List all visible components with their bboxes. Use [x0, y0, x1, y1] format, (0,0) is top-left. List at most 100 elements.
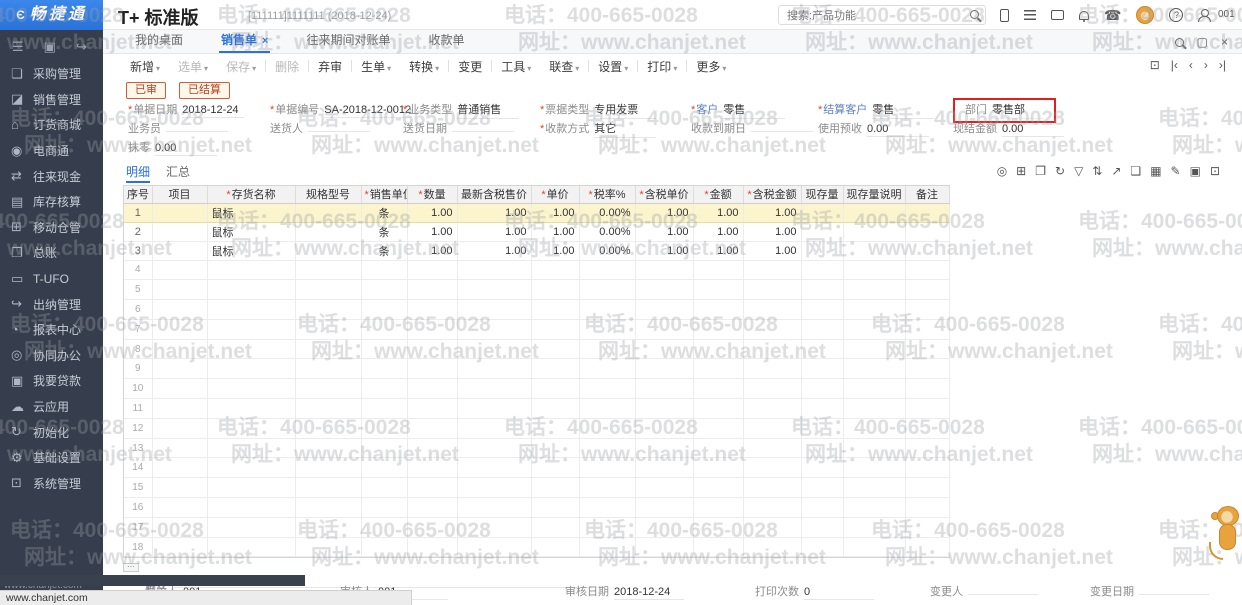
- cell[interactable]: [361, 359, 407, 379]
- cell[interactable]: [295, 399, 361, 419]
- cell[interactable]: 13: [124, 438, 152, 458]
- cell[interactable]: [743, 339, 801, 359]
- cell[interactable]: [407, 339, 457, 359]
- cell[interactable]: [407, 280, 457, 300]
- cell[interactable]: [531, 458, 579, 478]
- cell[interactable]: [905, 300, 949, 320]
- cell[interactable]: [361, 418, 407, 438]
- cell[interactable]: [693, 319, 743, 339]
- first-record-icon[interactable]: |‹: [1171, 58, 1178, 72]
- column-header-备注[interactable]: 备注: [905, 186, 949, 203]
- cell[interactable]: 1.00: [635, 222, 693, 241]
- trend-chart-icon[interactable]: ↗: [1111, 164, 1121, 178]
- sidebar-item-采购管理[interactable]: ❏采购管理: [0, 61, 103, 87]
- cell[interactable]: [635, 438, 693, 458]
- column-header-存货名称[interactable]: *存货名称: [207, 186, 295, 203]
- cell[interactable]: [407, 359, 457, 379]
- cell[interactable]: [801, 319, 843, 339]
- filter-icon[interactable]: ▽: [1074, 164, 1083, 178]
- cell[interactable]: [295, 203, 361, 222]
- cell[interactable]: 11: [124, 399, 152, 419]
- assistant-monkey-avatar[interactable]: [1136, 6, 1154, 24]
- table-row[interactable]: 1鼠标条1.001.001.000.00%1.001.001.00: [124, 203, 949, 222]
- cell[interactable]: [152, 319, 207, 339]
- cell[interactable]: [407, 260, 457, 280]
- cell[interactable]: [693, 537, 743, 557]
- cell[interactable]: 1.00: [635, 203, 693, 222]
- cell[interactable]: [361, 498, 407, 518]
- menu-toggle-icon[interactable]: ☰: [12, 39, 24, 55]
- cell[interactable]: 1.00: [743, 222, 801, 241]
- table-row-empty[interactable]: 8: [124, 339, 949, 359]
- cell[interactable]: [207, 379, 295, 399]
- cell[interactable]: [579, 438, 635, 458]
- cell[interactable]: [693, 399, 743, 419]
- cell[interactable]: [693, 458, 743, 478]
- cell[interactable]: [407, 418, 457, 438]
- cell[interactable]: [635, 498, 693, 518]
- cell[interactable]: [635, 280, 693, 300]
- cell[interactable]: [801, 458, 843, 478]
- cell[interactable]: [693, 438, 743, 458]
- cell[interactable]: [579, 300, 635, 320]
- cell[interactable]: 16: [124, 498, 152, 518]
- cell[interactable]: [152, 399, 207, 419]
- cell[interactable]: [407, 438, 457, 458]
- field-value[interactable]: [452, 130, 514, 132]
- cell[interactable]: [801, 222, 843, 241]
- toolbar-button-联查[interactable]: 联查▾: [540, 58, 588, 75]
- table-row-empty[interactable]: 6: [124, 300, 949, 320]
- cell[interactable]: [905, 222, 949, 241]
- cell[interactable]: [743, 478, 801, 498]
- cell[interactable]: [407, 537, 457, 557]
- cell[interactable]: [531, 478, 579, 498]
- table-row[interactable]: 3鼠标条1.001.001.000.00%1.001.001.00: [124, 241, 949, 260]
- cell[interactable]: [295, 359, 361, 379]
- toolbar-button-转换[interactable]: 转换▾: [400, 58, 448, 75]
- cell[interactable]: [801, 498, 843, 518]
- cell[interactable]: [531, 537, 579, 557]
- cell[interactable]: [207, 399, 295, 419]
- cell[interactable]: [579, 339, 635, 359]
- cell[interactable]: [295, 379, 361, 399]
- sort-icon[interactable]: ⇅: [1092, 164, 1102, 178]
- cell[interactable]: [457, 498, 531, 518]
- cell[interactable]: [295, 339, 361, 359]
- table-row-empty[interactable]: 12: [124, 418, 949, 438]
- field-value[interactable]: 零售: [723, 101, 785, 119]
- cell[interactable]: 12: [124, 418, 152, 438]
- cell[interactable]: [693, 359, 743, 379]
- sidebar-item-我要贷款[interactable]: ▣我要贷款: [0, 368, 103, 394]
- cell[interactable]: [635, 418, 693, 438]
- cell[interactable]: 2: [124, 222, 152, 241]
- column-header-项目[interactable]: 项目: [152, 186, 207, 203]
- table-row-empty[interactable]: 17: [124, 517, 949, 537]
- cell[interactable]: [531, 498, 579, 518]
- document-icon[interactable]: ❏: [1130, 164, 1141, 178]
- cell[interactable]: [843, 517, 905, 537]
- cell[interactable]: [743, 399, 801, 419]
- field-value[interactable]: 0.00: [867, 123, 929, 137]
- cell[interactable]: [457, 280, 531, 300]
- logout-icon[interactable]: ↪: [76, 39, 87, 55]
- cell[interactable]: [843, 300, 905, 320]
- cell[interactable]: [361, 438, 407, 458]
- cell[interactable]: [295, 498, 361, 518]
- cell[interactable]: [801, 537, 843, 557]
- cell[interactable]: 5: [124, 280, 152, 300]
- cell[interactable]: [152, 517, 207, 537]
- cell[interactable]: 鼠标: [207, 203, 295, 222]
- cell[interactable]: [743, 300, 801, 320]
- mascot-monkey[interactable]: [1205, 506, 1241, 568]
- cell[interactable]: [579, 399, 635, 419]
- cell[interactable]: [801, 478, 843, 498]
- cell[interactable]: [361, 399, 407, 419]
- cell[interactable]: 1.00: [407, 203, 457, 222]
- sidebar-item-报表中心[interactable]: ◔报表中心: [0, 317, 103, 343]
- cell[interactable]: [531, 438, 579, 458]
- sidebar-item-总账[interactable]: ❐总账: [0, 240, 103, 266]
- cell[interactable]: [207, 517, 295, 537]
- cell[interactable]: [693, 339, 743, 359]
- cell[interactable]: [152, 300, 207, 320]
- table-row-empty[interactable]: 11: [124, 399, 949, 419]
